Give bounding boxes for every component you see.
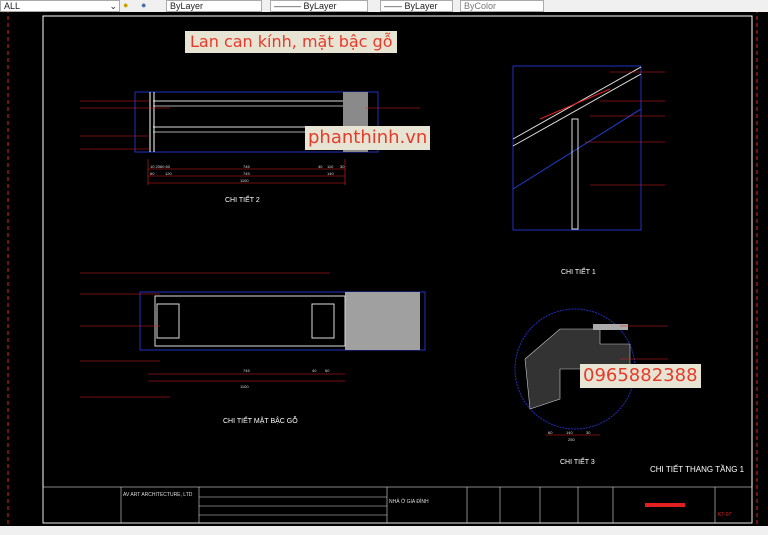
svg-text:30: 30	[340, 164, 345, 169]
color-dropdown[interactable]: ByLayer	[166, 0, 262, 12]
svg-text:745: 745	[243, 171, 250, 176]
viewport	[512, 65, 642, 231]
detail-tread: 745 40 60 1100 CHI TIẾT MẶT BẬC GỖ	[80, 272, 426, 425]
detail-3-title: CHI TIẾT 3	[560, 456, 595, 466]
sheet-title: CHI TIẾT THANG TẦNG 1	[650, 464, 745, 474]
svg-text:60: 60	[548, 430, 553, 435]
svg-text:1100: 1100	[240, 178, 249, 183]
svg-text:250: 250	[568, 437, 575, 442]
company-name: AV ART ARCHITECTURE, LTD	[123, 492, 193, 498]
detail-2-title: CHI TIẾT 2	[225, 194, 260, 204]
title-banner: Lan can kính, mặt bậc gỗ	[185, 31, 398, 53]
svg-text:745: 745	[243, 368, 250, 373]
svg-text:140: 140	[327, 171, 334, 176]
svg-text:60: 60	[150, 171, 155, 176]
svg-text:60 60: 60 60	[160, 164, 171, 169]
stamp-mark	[645, 503, 685, 507]
step-section	[345, 292, 420, 350]
properties-toolbar: ALL ⌄ ● ● ByLayer ——— ByLayer —— ByLayer…	[0, 0, 768, 12]
phone-watermark: 0965882388	[580, 364, 701, 388]
drawing-canvas[interactable]: 10 20 60 60 60 120 745 745 40 110 30 140 110…	[0, 9, 768, 526]
detail-1: CHI TIẾT 1	[512, 65, 665, 276]
detail-tread-title: CHI TIẾT MẶT BẬC GỖ	[223, 415, 298, 425]
lineweight-dropdown[interactable]: —— ByLayer	[380, 0, 453, 12]
svg-text:745: 745	[243, 164, 250, 169]
svg-text:30: 30	[586, 430, 591, 435]
svg-text:110: 110	[327, 164, 334, 169]
detail-1-title: CHI TIẾT 1	[561, 266, 596, 276]
svg-text:140: 140	[566, 430, 573, 435]
svg-text:60: 60	[325, 368, 330, 373]
cad-drawing: 10 20 60 60 60 120 745 745 40 110 30 140 110…	[7, 9, 758, 526]
plotstyle-dropdown[interactable]: ByColor	[460, 0, 544, 12]
layer-previous-icon[interactable]: ●	[141, 0, 146, 11]
status-bar	[0, 526, 768, 535]
svg-text:40: 40	[318, 164, 323, 169]
linetype-dropdown[interactable]: ——— ByLayer	[270, 0, 368, 12]
chevron-down-icon: ⌄	[109, 1, 117, 11]
svg-text:120: 120	[165, 171, 172, 176]
project-name: NHÀ Ở GIA ĐÌNH	[389, 498, 429, 505]
svg-text:1100: 1100	[240, 384, 249, 389]
svg-text:40: 40	[312, 368, 317, 373]
layer-filter-dropdown[interactable]: ALL ⌄	[0, 0, 120, 12]
layer-state-icon[interactable]: ●	[123, 0, 128, 11]
website-watermark: phanthinh.vn	[305, 126, 431, 150]
drawing-number: KT-07	[718, 512, 732, 518]
